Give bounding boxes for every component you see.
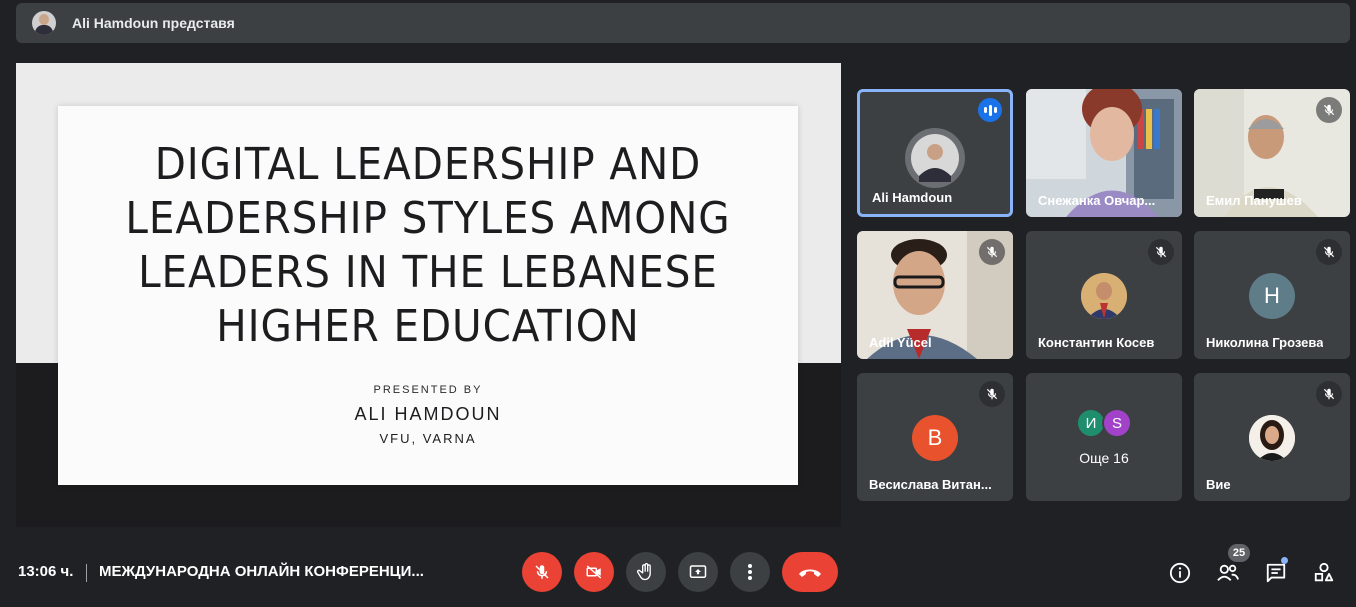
participant-tile[interactable]: Снежанка Овчар... — [1026, 89, 1182, 217]
phone-hangup-icon — [799, 569, 821, 577]
present-screen-button[interactable] — [678, 552, 718, 592]
people-button[interactable] — [1215, 560, 1241, 586]
avatar: В — [912, 415, 958, 461]
slide-title: DIGITAL LEADERSHIP AND LEADERSHIP STYLES… — [125, 139, 731, 352]
participant-name: Николина Грозева — [1206, 335, 1324, 350]
participant-name: Adil Yücel — [869, 335, 932, 350]
mic-off-icon — [535, 565, 549, 579]
presenter-label: Ali Hamdoun представя — [72, 15, 235, 31]
participant-name: Константин Косев — [1038, 335, 1155, 350]
more-avatars: И S — [1076, 408, 1132, 438]
chat-icon — [1266, 563, 1286, 583]
present-icon — [689, 565, 707, 578]
people-count-badge: 25 — [1228, 544, 1250, 562]
participant-tile[interactable]: Adil Yücel — [857, 231, 1013, 359]
participant-tile[interactable]: В Весислава Витан... — [857, 373, 1013, 501]
slide-presented-by: PRESENTED BY — [373, 384, 483, 396]
avatar — [1081, 273, 1127, 319]
mic-off-icon — [1148, 239, 1174, 265]
activities-button[interactable] — [1311, 560, 1337, 586]
camera-off-icon — [586, 565, 602, 579]
raise-hand-button[interactable] — [626, 552, 666, 592]
mic-off-icon — [979, 381, 1005, 407]
mic-off-icon — [1316, 97, 1342, 123]
meeting-time: 13:06 ч. — [18, 563, 74, 580]
more-options-button[interactable] — [730, 552, 770, 592]
participant-tile[interactable]: Емил Панушев — [1194, 89, 1350, 217]
slide-author: ALI HAMDOUN — [354, 404, 502, 424]
self-tile[interactable]: Вие — [1194, 373, 1350, 501]
divider — [86, 564, 87, 582]
meeting-title: МЕЖДУНАРОДНА ОНЛАЙН КОНФЕРЕНЦИ... — [99, 563, 424, 580]
participant-tile[interactable]: Ali Hamdoun — [857, 89, 1013, 217]
mic-toggle-button[interactable] — [522, 552, 562, 592]
participant-tile[interactable]: Константин Косев — [1026, 231, 1182, 359]
people-icon — [1217, 564, 1239, 581]
more-vert-icon — [748, 564, 752, 580]
end-call-button[interactable] — [782, 552, 838, 592]
avatar: Н — [1249, 273, 1295, 319]
camera-toggle-button[interactable] — [574, 552, 614, 592]
info-icon — [1169, 562, 1191, 584]
hand-icon — [636, 563, 651, 581]
mic-off-icon — [1316, 381, 1342, 407]
participant-tile[interactable]: Н Николина Грозева — [1194, 231, 1350, 359]
participant-name: Емил Панушев — [1206, 193, 1302, 208]
more-participants-label: Още 16 — [1079, 450, 1129, 466]
participant-name: Весислава Витан... — [869, 477, 992, 492]
mini-avatar: S — [1102, 408, 1132, 438]
more-participants-tile[interactable]: И S Още 16 — [1026, 373, 1182, 501]
avatar — [905, 128, 965, 188]
meeting-info-button[interactable] — [1167, 560, 1193, 586]
presenter-bar[interactable]: Ali Hamdoun представя — [16, 3, 1350, 43]
presenter-avatar — [32, 11, 56, 35]
participant-name: Ali Hamdoun — [872, 190, 953, 205]
mic-off-icon — [1316, 239, 1342, 265]
chat-notification-dot — [1281, 557, 1288, 564]
avatar — [1249, 415, 1295, 461]
presentation-slide: DIGITAL LEADERSHIP AND LEADERSHIP STYLES… — [58, 106, 798, 485]
participant-name: Снежанка Овчар... — [1038, 193, 1156, 208]
bottom-toolbar: 13:06 ч. МЕЖДУНАРОДНА ОНЛАЙН КОНФЕРЕНЦИ.… — [0, 540, 1356, 607]
activities-icon — [1314, 562, 1334, 582]
slide-affiliation: VFU, VARNA — [379, 431, 477, 446]
mic-off-icon — [979, 239, 1005, 265]
speaking-indicator-icon — [978, 98, 1002, 122]
participant-name: Вие — [1206, 477, 1231, 492]
shared-screen: DIGITAL LEADERSHIP AND LEADERSHIP STYLES… — [16, 63, 841, 527]
